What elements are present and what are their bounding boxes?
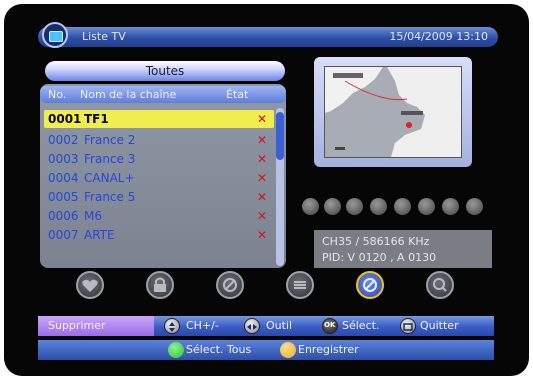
status-dot	[418, 198, 435, 215]
leftright-key-icon	[244, 318, 260, 334]
status-dot	[302, 198, 319, 215]
delete-mark-icon[interactable]: ✕	[257, 171, 267, 185]
channel-number: 0003	[48, 152, 79, 166]
bottom-bar	[38, 340, 494, 360]
status-dot	[346, 198, 363, 215]
channel-row[interactable]: 0006 M6 ✕	[44, 207, 274, 225]
channel-row[interactable]: 0005 France 5 ✕	[44, 188, 274, 206]
hint-select: Sélect.	[342, 319, 380, 332]
current-action: Supprimer	[38, 316, 154, 336]
channel-name: CANAL+	[84, 171, 135, 185]
scrollbar-thumb[interactable]	[276, 112, 284, 160]
hint-tool: Outil	[266, 319, 293, 332]
rename-icon[interactable]	[426, 271, 454, 299]
pid-info: PID: V 0120 , A 0130	[322, 251, 437, 264]
map-image	[325, 67, 461, 157]
date-time: 15/04/2009 13:10	[389, 30, 488, 43]
channel-row[interactable]: 0007 ARTE ✕	[44, 226, 274, 244]
channel-row[interactable]: 0003 France 3 ✕	[44, 150, 274, 168]
channel-name: France 5	[84, 190, 136, 204]
delete-mark-icon[interactable]: ✕	[257, 228, 267, 242]
green-button-icon[interactable]	[168, 342, 184, 358]
status-dot	[324, 198, 341, 215]
channel-row[interactable]: 0001 TF1 ✕	[44, 110, 274, 128]
move-icon[interactable]	[286, 271, 314, 299]
lock-icon[interactable]	[146, 271, 174, 299]
channel-row[interactable]: 0004 CANAL+ ✕	[44, 169, 274, 187]
list-header: No. Nom de la chaîne État	[40, 86, 286, 103]
select-all-label[interactable]: Sélect. Tous	[186, 343, 251, 356]
channel-row[interactable]: 0002 France 2 ✕	[44, 131, 274, 149]
page-title: Liste TV	[82, 30, 126, 43]
channel-name: ARTE	[84, 228, 115, 242]
delete-mark-icon[interactable]: ✕	[257, 133, 267, 147]
yellow-button-icon[interactable]	[280, 342, 296, 358]
channel-name: France 2	[84, 133, 136, 147]
channel-name: M6	[84, 209, 102, 223]
column-name: Nom de la chaîne	[80, 88, 177, 101]
channel-info: CH35 / 586166 KHz PID: V 0120 , A 0130	[314, 230, 492, 268]
column-state: État	[226, 88, 249, 101]
status-dot	[370, 198, 387, 215]
channel-number: 0004	[48, 171, 79, 185]
updown-key-icon	[164, 318, 180, 334]
channel-name: France 3	[84, 152, 136, 166]
group-tab[interactable]: Toutes	[45, 61, 285, 81]
column-no: No.	[48, 88, 67, 101]
status-dot	[442, 198, 459, 215]
favorite-icon[interactable]	[76, 271, 104, 299]
channel-number: 0002	[48, 133, 79, 147]
hint-quit: Quitter	[420, 319, 459, 332]
channel-number: 0001	[48, 112, 82, 126]
delete-icon[interactable]	[356, 271, 384, 299]
delete-mark-icon[interactable]: ✕	[257, 112, 267, 126]
tv-icon	[42, 22, 68, 48]
delete-mark-icon[interactable]: ✕	[257, 190, 267, 204]
delete-mark-icon[interactable]: ✕	[257, 209, 267, 223]
channel-number: 0007	[48, 228, 79, 242]
video-preview	[324, 66, 462, 158]
status-dot	[466, 198, 483, 215]
channel-name: TF1	[84, 112, 109, 126]
channel-number: 0006	[48, 209, 79, 223]
channel-number: 0005	[48, 190, 79, 204]
skip-icon[interactable]	[216, 271, 244, 299]
ok-key-icon: OK	[322, 318, 338, 334]
title-bar: Liste TV 15/04/2009 13:10	[38, 27, 498, 47]
exit-key-icon	[400, 318, 416, 334]
delete-mark-icon[interactable]: ✕	[257, 152, 267, 166]
status-dot	[394, 198, 411, 215]
hint-ch: CH+/-	[186, 319, 219, 332]
save-label[interactable]: Enregistrer	[298, 343, 359, 356]
frequency-info: CH35 / 586166 KHz	[322, 235, 430, 248]
